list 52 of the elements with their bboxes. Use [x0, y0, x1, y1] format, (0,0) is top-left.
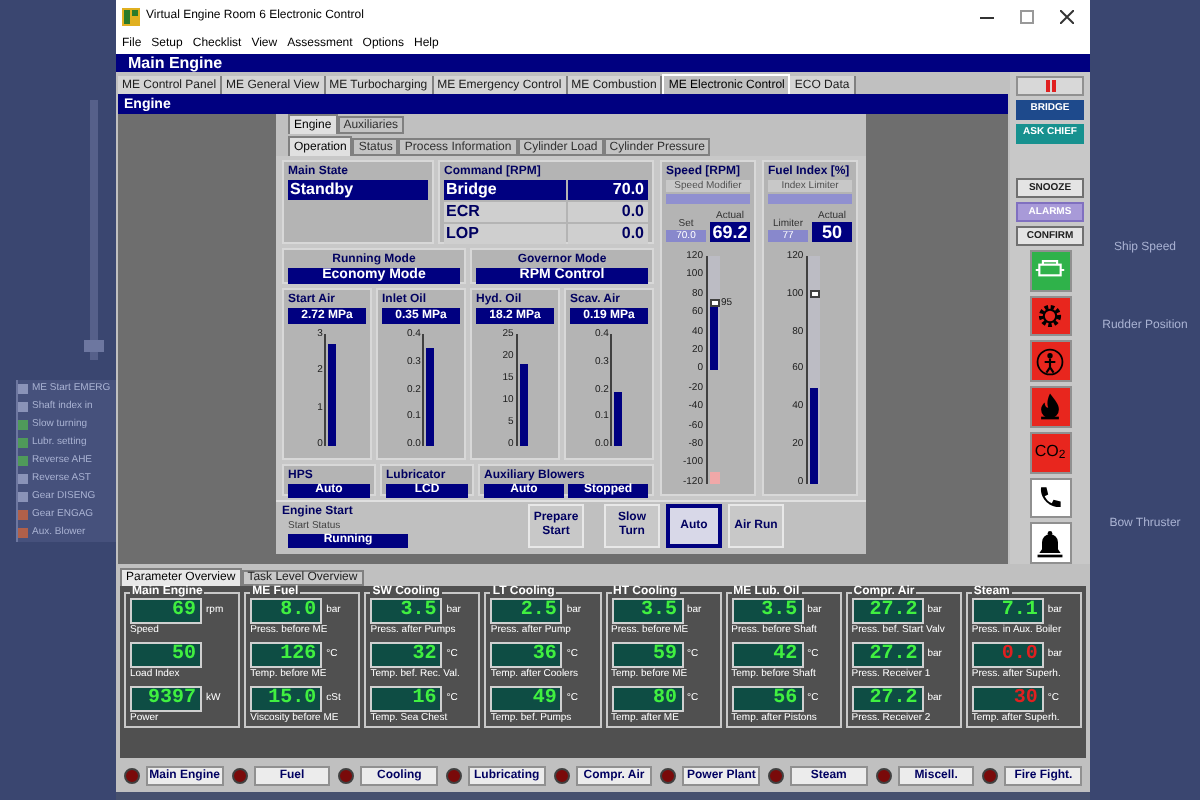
command-source: LOP	[444, 224, 566, 244]
person-icon	[1034, 345, 1066, 378]
section-title: Main Engine	[128, 55, 223, 71]
command-value: 0.0	[568, 224, 648, 244]
digital-display: 0.0	[971, 642, 1044, 668]
alarm-tile[interactable]	[1029, 477, 1071, 519]
command-value: 0.0	[568, 202, 648, 222]
pause-button[interactable]	[1016, 76, 1084, 96]
digital-display: 27.2	[851, 642, 924, 668]
digital-display: 2.5	[490, 598, 563, 624]
modifier-bar	[768, 194, 852, 204]
alarm-tile[interactable]	[1029, 522, 1071, 564]
command-value: 70.0	[568, 180, 648, 200]
alarm-tile[interactable]: CO$_{2}$	[1029, 431, 1071, 474]
bell-icon	[1034, 527, 1066, 560]
actual-value: 50	[812, 222, 852, 242]
digital-display: 80	[611, 686, 683, 712]
pause-icon	[1045, 79, 1055, 92]
digital-display: 3.5	[370, 598, 443, 624]
digital-display: 32	[370, 642, 443, 668]
command-source: Bridge	[444, 180, 566, 200]
digital-display: 50	[130, 642, 202, 668]
actual-value: 69.2	[710, 222, 750, 242]
maximize-icon[interactable]	[1020, 10, 1034, 24]
command-source: ECR	[444, 202, 566, 222]
close-icon[interactable]	[1060, 10, 1074, 24]
app-logo-icon	[122, 8, 140, 26]
digital-display: 15.0	[250, 686, 323, 712]
alarm-tile[interactable]	[1029, 295, 1071, 337]
digital-display: 9397	[130, 686, 202, 712]
limit-zone	[709, 472, 719, 484]
gear-icon	[1034, 300, 1066, 333]
digital-display: 56	[731, 686, 804, 712]
digital-display: 27.2	[851, 598, 924, 624]
state-value: Standby	[288, 180, 428, 200]
digital-display: 3.5	[611, 598, 683, 624]
digital-display: 126	[250, 642, 323, 668]
digital-display: 8.0	[250, 598, 323, 624]
digital-display: 49	[490, 686, 563, 712]
digital-display: 59	[611, 642, 683, 668]
digital-display: 3.5	[731, 598, 804, 624]
digital-display: 30	[971, 686, 1044, 712]
modifier-bar	[666, 194, 750, 204]
digital-display: 16	[370, 686, 443, 712]
digital-display: 69	[130, 598, 202, 624]
alarm-tile[interactable]	[1029, 249, 1071, 292]
alarm-tile[interactable]	[1029, 386, 1071, 428]
digital-display: 7.1	[971, 598, 1044, 624]
digital-display: 42	[731, 642, 804, 668]
alarm-tile[interactable]	[1029, 340, 1071, 383]
digital-display: 36	[490, 642, 563, 668]
digital-display: 27.2	[851, 686, 924, 712]
